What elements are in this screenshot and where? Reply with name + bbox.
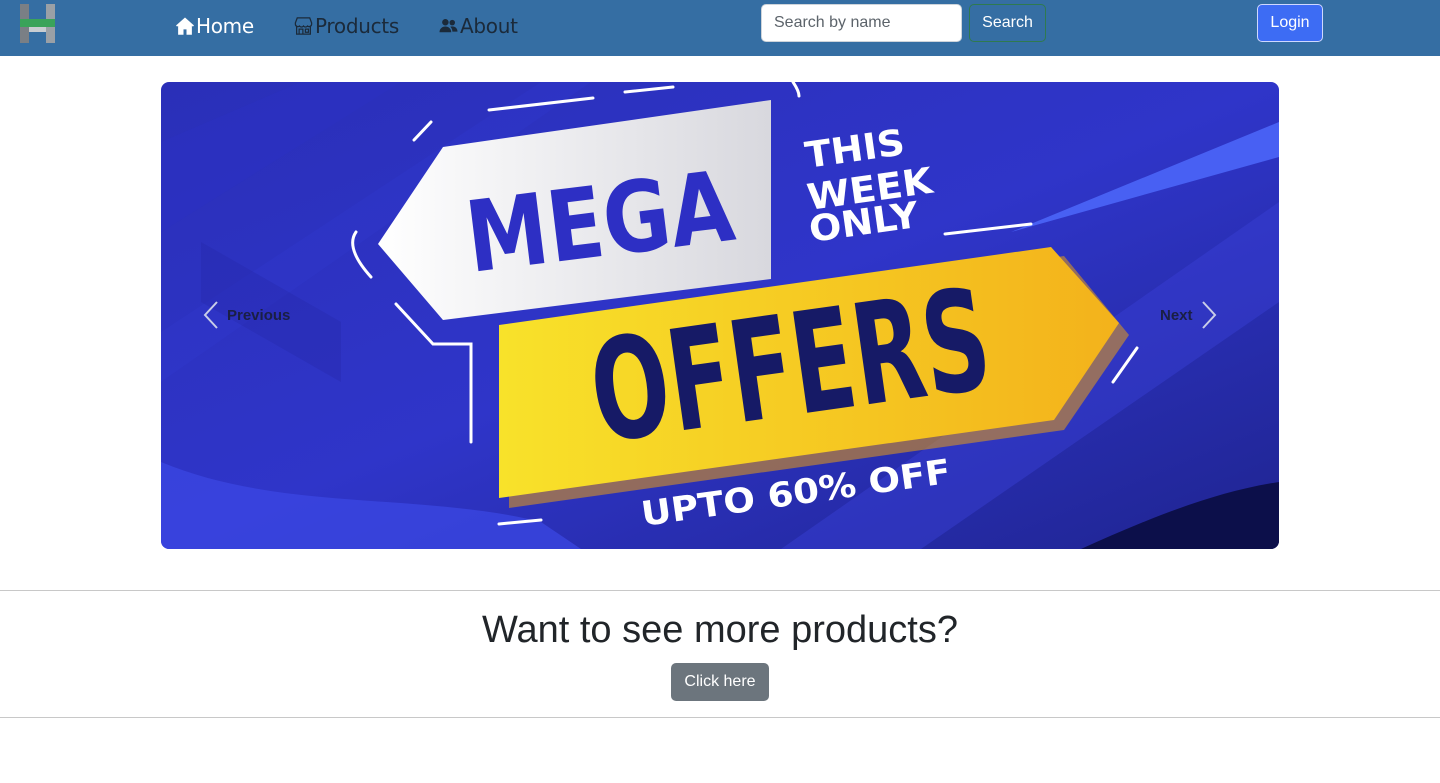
carousel-next-control[interactable]: Next bbox=[1160, 300, 1219, 330]
login-button[interactable]: Login bbox=[1257, 4, 1323, 42]
people-icon bbox=[439, 19, 458, 33]
top-navbar: Home Products About Search Login bbox=[0, 0, 1440, 56]
carousel-next-label: Next bbox=[1160, 306, 1193, 324]
nav-home-link[interactable]: Home bbox=[175, 12, 254, 40]
carousel-prev-control[interactable]: Previous bbox=[201, 300, 290, 330]
search-button[interactable]: Search bbox=[969, 4, 1046, 42]
offer-carousel: MEGA THIS WEEK ONLY OFFERS UPTO 60% OFF bbox=[161, 82, 1279, 549]
nav-home-label: Home bbox=[196, 14, 254, 38]
carousel-prev-label: Previous bbox=[227, 306, 291, 324]
section-divider-top bbox=[0, 590, 1440, 591]
search-input[interactable] bbox=[761, 4, 962, 42]
nav-about-link[interactable]: About bbox=[438, 12, 518, 40]
h-letter-logo[interactable] bbox=[20, 4, 55, 43]
click-here-button[interactable]: Click here bbox=[671, 663, 769, 701]
house-icon bbox=[176, 17, 194, 35]
chevron-right-icon bbox=[1201, 301, 1216, 329]
chevron-left-icon bbox=[203, 301, 218, 329]
nav-products-link[interactable]: Products bbox=[293, 12, 399, 40]
section-divider-bottom bbox=[0, 717, 1440, 718]
shop-icon bbox=[294, 17, 313, 35]
nav-about-label: About bbox=[460, 14, 518, 38]
more-products-heading: Want to see more products? bbox=[482, 609, 958, 651]
nav-products-label: Products bbox=[315, 14, 399, 38]
mega-offers-banner: MEGA THIS WEEK ONLY OFFERS UPTO 60% OFF bbox=[161, 82, 1279, 549]
